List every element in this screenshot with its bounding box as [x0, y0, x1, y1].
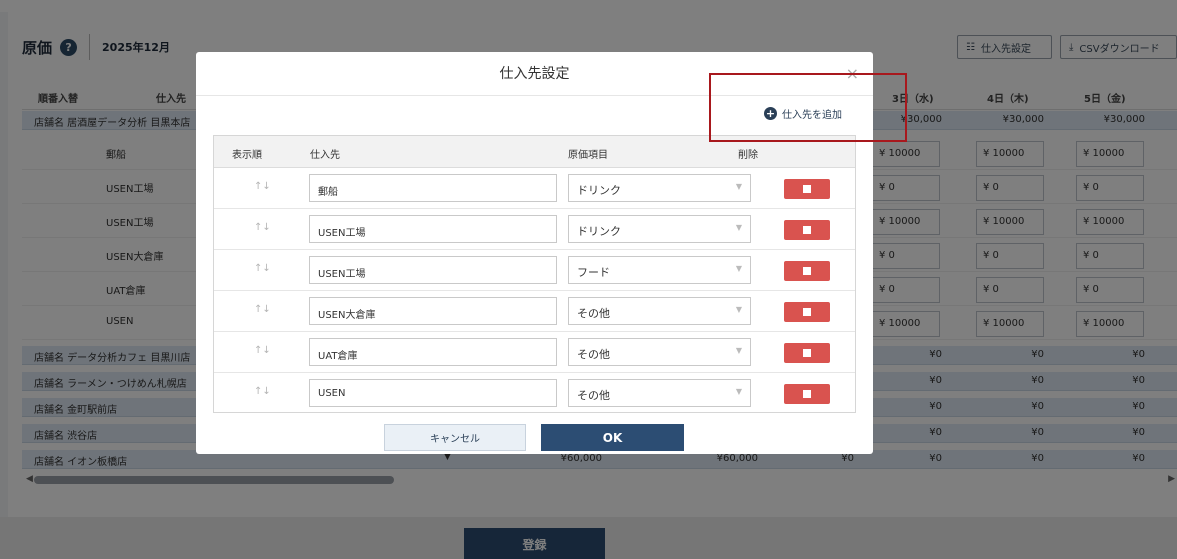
delete-button[interactable] — [784, 179, 830, 199]
category-select[interactable]: ドリンク ▼ — [568, 174, 751, 202]
supplier-name-input[interactable]: USEN — [309, 379, 557, 407]
sort-handle-icon[interactable]: ↑↓ — [254, 181, 271, 192]
trash-icon — [803, 185, 811, 193]
supplier-name-input[interactable]: USEN工場 — [309, 256, 557, 284]
category-value: ドリンク — [577, 184, 621, 197]
supplier-table: 表示順 仕入先 原価項目 削除 ↑↓ 郵船 ドリンク ▼ ↑↓ USEN工場 ドリ… — [213, 135, 856, 413]
category-value: その他 — [577, 307, 610, 320]
chevron-down-icon: ▼ — [735, 346, 742, 355]
cancel-button[interactable]: キャンセル — [384, 424, 526, 451]
chevron-down-icon: ▼ — [735, 264, 742, 273]
supplier-setting-row: ↑↓ UAT倉庫 その他 ▼ — [214, 332, 855, 373]
supplier-setting-row: ↑↓ 郵船 ドリンク ▼ — [214, 168, 855, 209]
category-select[interactable]: その他 ▼ — [568, 338, 751, 366]
delete-button[interactable] — [784, 261, 830, 281]
chevron-down-icon: ▼ — [735, 182, 742, 191]
supplier-setting-row: ↑↓ USEN大倉庫 その他 ▼ — [214, 291, 855, 332]
supplier-name-input[interactable]: 郵船 — [309, 174, 557, 202]
trash-icon — [803, 308, 811, 316]
sort-handle-icon[interactable]: ↑↓ — [254, 222, 271, 233]
supplier-setting-row: ↑↓ USEN工場 ドリンク ▼ — [214, 209, 855, 250]
chevron-down-icon: ▼ — [735, 387, 742, 396]
sort-handle-icon[interactable]: ↑↓ — [254, 345, 271, 356]
sort-handle-icon[interactable]: ↑↓ — [254, 386, 271, 397]
col-supplier: 仕入先 — [310, 150, 340, 161]
delete-button[interactable] — [784, 220, 830, 240]
supplier-name-input[interactable]: UAT倉庫 — [309, 338, 557, 366]
col-delete: 削除 — [738, 150, 758, 161]
supplier-setting-row: ↑↓ USEN その他 ▼ — [214, 373, 855, 414]
delete-button[interactable] — [784, 302, 830, 322]
col-category: 原価項目 — [568, 150, 608, 161]
category-value: フード — [577, 266, 610, 279]
annotation-highlight-box — [709, 73, 907, 142]
supplier-name-input[interactable]: USEN工場 — [309, 215, 557, 243]
trash-icon — [803, 390, 811, 398]
ok-button[interactable]: OK — [541, 424, 684, 451]
delete-button[interactable] — [784, 343, 830, 363]
category-value: その他 — [577, 389, 610, 402]
sort-handle-icon[interactable]: ↑↓ — [254, 263, 271, 274]
trash-icon — [803, 349, 811, 357]
trash-icon — [803, 267, 811, 275]
category-select[interactable]: ドリンク ▼ — [568, 215, 751, 243]
category-value: ドリンク — [577, 225, 621, 238]
trash-icon — [803, 226, 811, 234]
category-select[interactable]: その他 ▼ — [568, 379, 751, 407]
delete-button[interactable] — [784, 384, 830, 404]
chevron-down-icon: ▼ — [735, 223, 742, 232]
sort-handle-icon[interactable]: ↑↓ — [254, 304, 271, 315]
col-order: 表示順 — [232, 150, 262, 161]
category-select[interactable]: フード ▼ — [568, 256, 751, 284]
category-value: その他 — [577, 348, 610, 361]
supplier-name-input[interactable]: USEN大倉庫 — [309, 297, 557, 325]
supplier-setting-row: ↑↓ USEN工場 フード ▼ — [214, 250, 855, 291]
chevron-down-icon: ▼ — [735, 305, 742, 314]
category-select[interactable]: その他 ▼ — [568, 297, 751, 325]
